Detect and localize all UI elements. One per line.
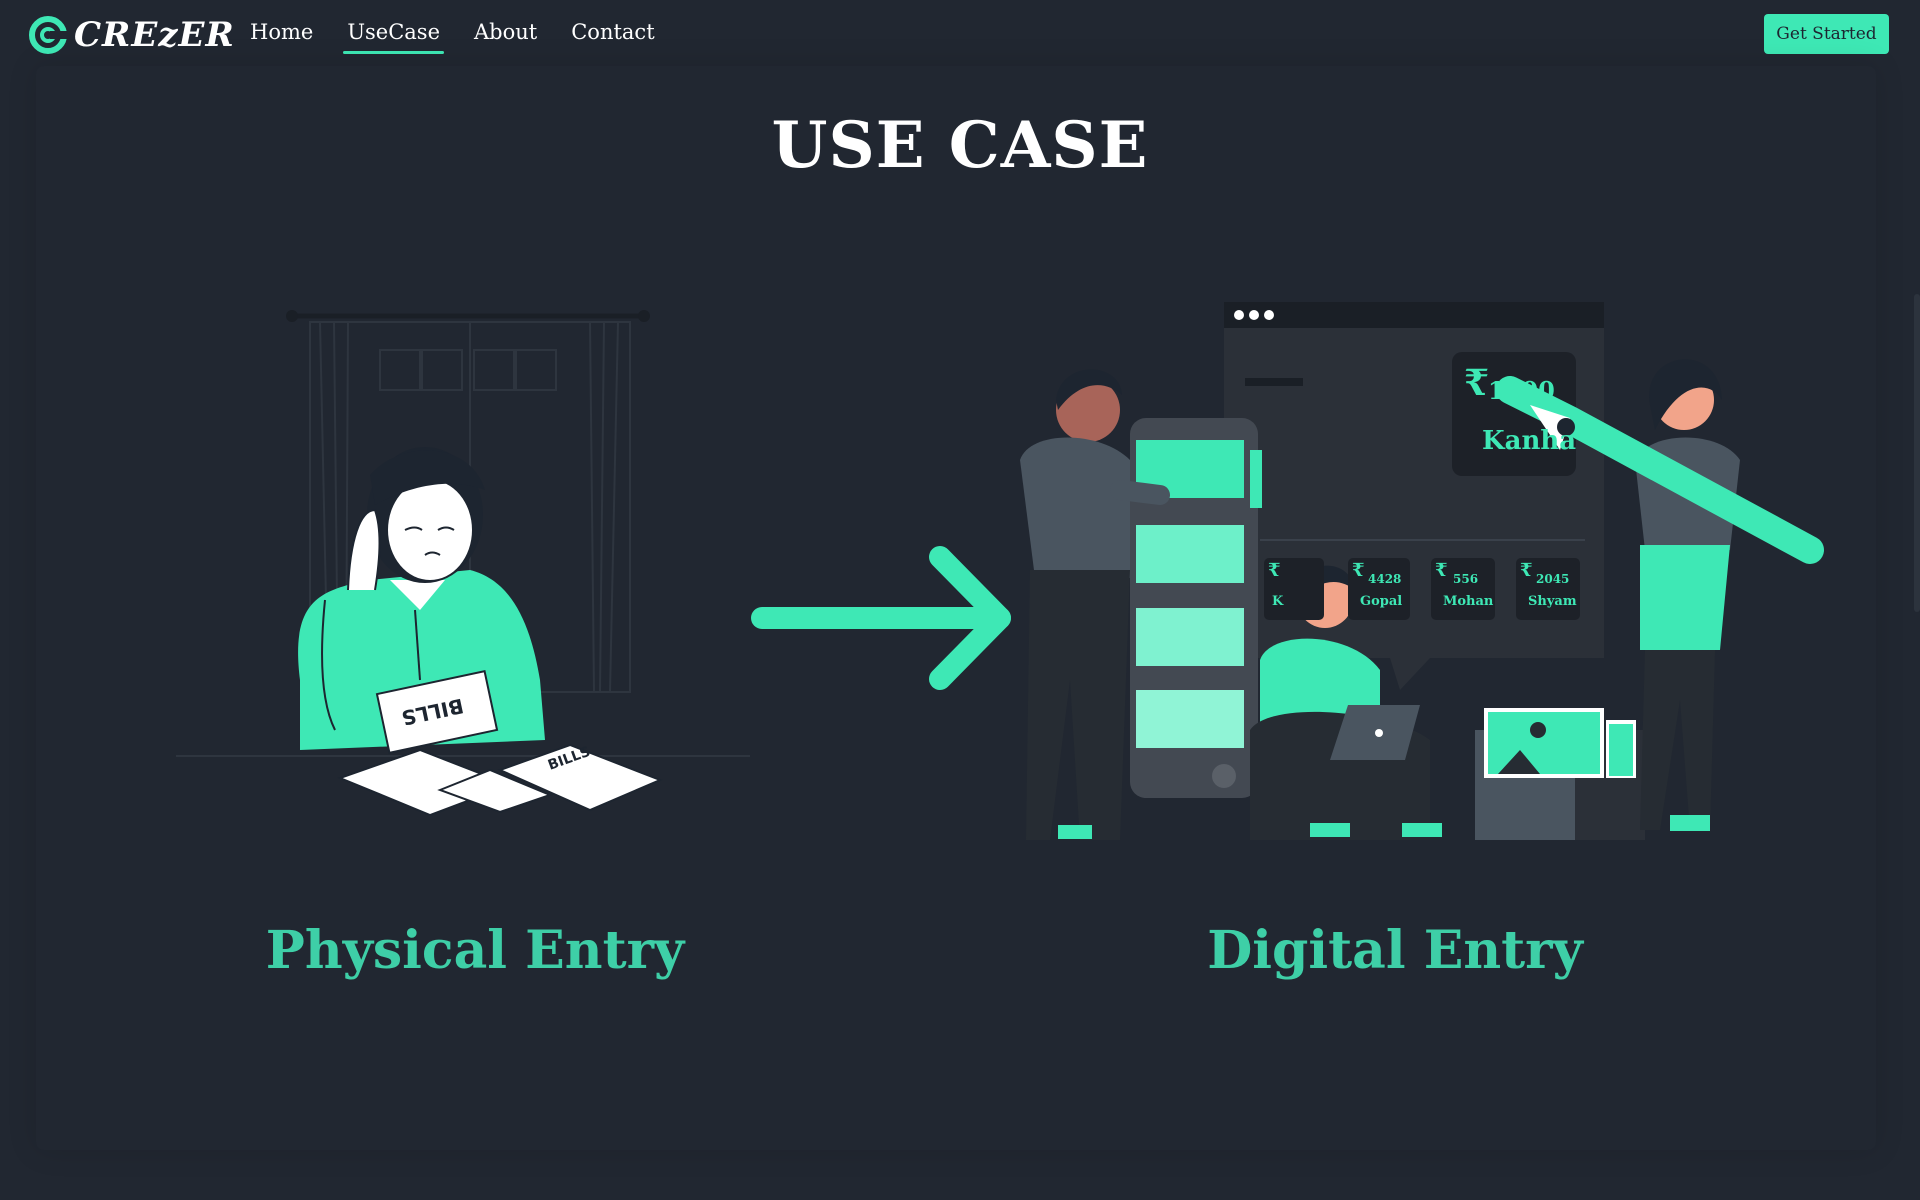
nav-item-usecase[interactable]: UseCase [343, 18, 444, 54]
arrow-right-icon [751, 546, 1011, 690]
scrollbar-thumb[interactable] [1914, 294, 1920, 612]
nav-item-home[interactable]: Home [246, 18, 317, 50]
featured-name: Kanha [1482, 426, 1577, 456]
page-title: USE CASE [771, 108, 1149, 183]
card-amount: 2045 [1536, 572, 1570, 586]
amount-card-1: ₹ K [1264, 558, 1324, 620]
get-started-button[interactable]: Get Started [1764, 14, 1889, 54]
nav-item-about[interactable]: About [470, 18, 541, 50]
nav-menu: Home UseCase About Contact [246, 18, 685, 54]
brand-logo[interactable]: CREzER [28, 12, 235, 58]
nav-item-contact[interactable]: Contact [567, 18, 658, 50]
featured-amount-card: ₹ 1000 Kanha [1458, 358, 1576, 470]
amount-card-2: ₹ 4428 Gopal [1348, 558, 1410, 620]
brand-name: CREzER [74, 15, 235, 55]
digital-entry-illustration: ₹ 1000 Kanha ₹ K ₹ 4428 Gopal ₹ 556 Moha… [1010, 300, 1840, 850]
rupee-icon: ₹ [1435, 560, 1448, 581]
card-name: Mohan [1443, 594, 1494, 609]
card-name: Shyam [1528, 594, 1577, 609]
card-amount: 556 [1453, 572, 1479, 586]
top-navbar: CREzER Home UseCase About Contact Get St… [0, 0, 1920, 70]
amount-card-4: ₹ 2045 Shyam [1516, 558, 1580, 620]
featured-amount: 1000 [1488, 376, 1555, 405]
rupee-icon: ₹ [1520, 560, 1533, 581]
logo-icon [29, 16, 68, 54]
card-name: K [1272, 594, 1284, 609]
physical-entry-illustration: BILLS BILLS [176, 310, 750, 817]
rupee-icon: ₹ [1352, 560, 1365, 581]
amount-card-3: ₹ 556 Mohan [1431, 558, 1495, 620]
rupee-icon: ₹ [1464, 362, 1490, 404]
rupee-icon: ₹ [1268, 560, 1281, 581]
digital-entry-caption: Digital Entry [1207, 920, 1583, 981]
digital-scene-drawing [1020, 302, 1824, 840]
card-amount: 4428 [1368, 572, 1402, 586]
card-name: Gopal [1360, 594, 1403, 609]
physical-entry-caption: Physical Entry [265, 920, 685, 981]
